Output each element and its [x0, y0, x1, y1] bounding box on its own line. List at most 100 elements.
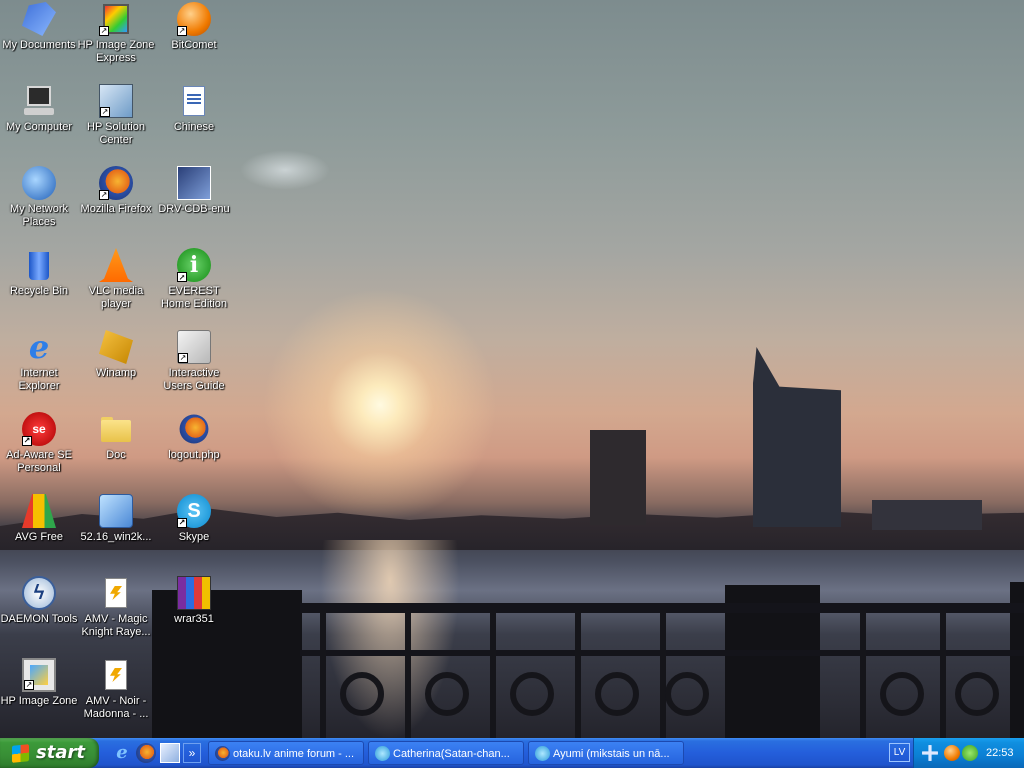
quick-launch-show-desktop-icon[interactable] [160, 743, 180, 763]
quick-launch-firefox-icon[interactable] [136, 743, 156, 763]
firefox-icon: ↗ [99, 166, 133, 200]
desktop-icon-my-computer[interactable]: My Computer [0, 84, 79, 134]
folder-icon [99, 412, 133, 446]
desktop[interactable]: My Documents My Computer My Network Plac… [0, 0, 1024, 738]
wallpaper-railing-ornament [425, 672, 469, 716]
taskbar-button-chat-ayumi[interactable]: Ayumi (mikstais un nā... [528, 741, 684, 765]
start-button[interactable]: start [0, 738, 99, 768]
shortcut-arrow-icon: ↗ [99, 190, 109, 200]
winamp-bolt-icon [99, 330, 133, 364]
wallpaper-railing-ornament [510, 672, 554, 716]
language-indicator[interactable]: LV [889, 743, 910, 762]
bitcomet-tray-icon[interactable] [944, 745, 960, 761]
wallpaper-railing [575, 610, 581, 738]
desktop-icon-internet-explorer[interactable]: e Internet Explorer [0, 330, 79, 393]
desktop-icon-label: My Documents [2, 39, 76, 51]
messenger-tray-icon[interactable] [962, 745, 978, 761]
desktop-icon-skype[interactable]: S ↗ Skype [154, 494, 234, 544]
my-documents-icon [22, 2, 56, 36]
desktop-icon-hp-image-zone[interactable]: ↗ HP Image Zone [0, 658, 79, 708]
document-file-icon [177, 84, 211, 118]
desktop-icon-bitcomet[interactable]: ↗ BitComet [154, 2, 234, 52]
desktop-icon-mozilla-firefox[interactable]: ↗ Mozilla Firefox [76, 166, 156, 216]
desktop-icon-avg-free[interactable]: AVG Free [0, 494, 79, 544]
desktop-icon-label: AMV - Noir - Madonna - ... [83, 695, 149, 720]
wallpaper-railing-ornament [665, 672, 709, 716]
desktop-icon-win2k-installer[interactable]: 52.16_win2k... [76, 494, 156, 544]
desktop-icon-vlc[interactable]: VLC media player [76, 248, 156, 311]
desktop-icon-interactive-users-guide[interactable]: ↗ Interactive Users Guide [154, 330, 234, 393]
start-button-label: start [36, 742, 85, 763]
hp-image-zone-icon: ↗ [22, 658, 56, 692]
firefox-icon [215, 746, 230, 761]
wallpaper-railing-ornament [340, 672, 384, 716]
wallpaper-railing [660, 610, 666, 738]
desktop-icon-my-network-places[interactable]: My Network Places [0, 166, 79, 229]
wallpaper-railing-ornament [880, 672, 924, 716]
shortcut-arrow-icon: ↗ [177, 518, 187, 528]
desktop-icon-label: HP Image Zone Express [77, 39, 155, 64]
shortcut-arrow-icon: ↗ [24, 680, 34, 690]
recycle-bin-icon [22, 248, 56, 282]
desktop-icon-label: Doc [106, 449, 126, 461]
desktop-icon-label: wrar351 [174, 613, 214, 625]
desktop-icon-drv-cdb[interactable]: DRV-CDB-enu [154, 166, 234, 216]
desktop-icon-amv-magic-knight[interactable]: AMV - Magic Knight Raye... [76, 576, 156, 639]
shortcut-arrow-icon: ↗ [100, 107, 110, 117]
desktop-icon-label: Winamp [95, 367, 137, 379]
desktop-icon-label: HP Image Zone [0, 695, 78, 707]
daemon-tools-icon: ϟ [22, 576, 56, 610]
desktop-icon-winamp[interactable]: Winamp [76, 330, 156, 380]
bitcomet-icon: ↗ [177, 2, 211, 36]
wallpaper-railing [320, 610, 326, 738]
media-file-icon [99, 658, 133, 692]
installer-icon [99, 494, 133, 528]
desktop-icon-hp-solution-center[interactable]: ↗ HP Solution Center [76, 84, 156, 147]
my-computer-icon [22, 84, 56, 118]
chat-bubble-icon [375, 746, 390, 761]
wallpaper-building [590, 430, 646, 525]
shortcut-arrow-icon: ↗ [177, 26, 187, 36]
wallpaper-railing [490, 610, 496, 738]
windows-logo-icon [12, 744, 29, 763]
desktop-icon-label: AMV - Magic Knight Raye... [81, 613, 151, 638]
system-tray: 22:53 [913, 738, 1024, 768]
desktop-icon-hp-image-zone-express[interactable]: ↗ HP Image Zone Express [76, 2, 156, 65]
desktop-icon-everest[interactable]: i ↗ EVEREST Home Edition [154, 248, 234, 311]
desktop-icon-label: EVEREST Home Edition [160, 285, 228, 310]
shortcut-arrow-icon: ↗ [22, 436, 32, 446]
quick-launch-more-button[interactable]: » [183, 743, 201, 763]
desktop-icon-label: Recycle Bin [9, 285, 69, 297]
shortcut-arrow-icon: ↗ [177, 272, 187, 282]
wallpaper-railing-ornament [595, 672, 639, 716]
desktop-icon-ad-aware[interactable]: se ↗ Ad-Aware SE Personal [0, 412, 79, 475]
taskbar-button-firefox[interactable]: otaku.lv anime forum - ... [208, 741, 364, 765]
vlc-cone-icon [99, 248, 133, 282]
wallpaper-railing [405, 610, 411, 738]
wallpaper-cloud [240, 150, 330, 190]
taskbar-button-label: Ayumi (mikstais un nā... [553, 748, 670, 760]
clock[interactable]: 22:53 [986, 738, 1014, 768]
desktop-icon-label: Chinese [173, 121, 215, 133]
quick-launch-internet-explorer-icon[interactable]: e [112, 743, 132, 763]
desktop-icon-wrar351[interactable]: wrar351 [154, 576, 234, 626]
desktop-icon-amv-noir[interactable]: AMV - Noir - Madonna - ... [76, 658, 156, 721]
desktop-icon-logout-php[interactable]: logout.php [154, 412, 234, 462]
desktop-icon-chinese[interactable]: Chinese [154, 84, 234, 134]
desktop-icon-doc-folder[interactable]: Doc [76, 412, 156, 462]
chat-bubble-icon [535, 746, 550, 761]
taskbar-button-chat-catherina[interactable]: Catherina(Satan-chan... [368, 741, 524, 765]
shortcut-arrow-icon: ↗ [99, 26, 109, 36]
desktop-icon-label: BitComet [171, 39, 217, 51]
network-globe-icon [22, 166, 56, 200]
desktop-icon-daemon-tools[interactable]: ϟ DAEMON Tools [0, 576, 79, 626]
desktop-icon-label: Ad-Aware SE Personal [6, 449, 72, 474]
desktop-icon-label: 52.16_win2k... [80, 531, 152, 543]
desktop-icon-my-documents[interactable]: My Documents [0, 2, 79, 52]
firefox-document-icon [179, 414, 209, 444]
desktop-icon-label: Internet Explorer [18, 367, 60, 392]
users-guide-icon: ↗ [177, 330, 211, 364]
wallpaper-railing [860, 610, 866, 738]
desktop-icon-recycle-bin[interactable]: Recycle Bin [0, 248, 79, 298]
network-tray-icon[interactable] [922, 745, 938, 761]
